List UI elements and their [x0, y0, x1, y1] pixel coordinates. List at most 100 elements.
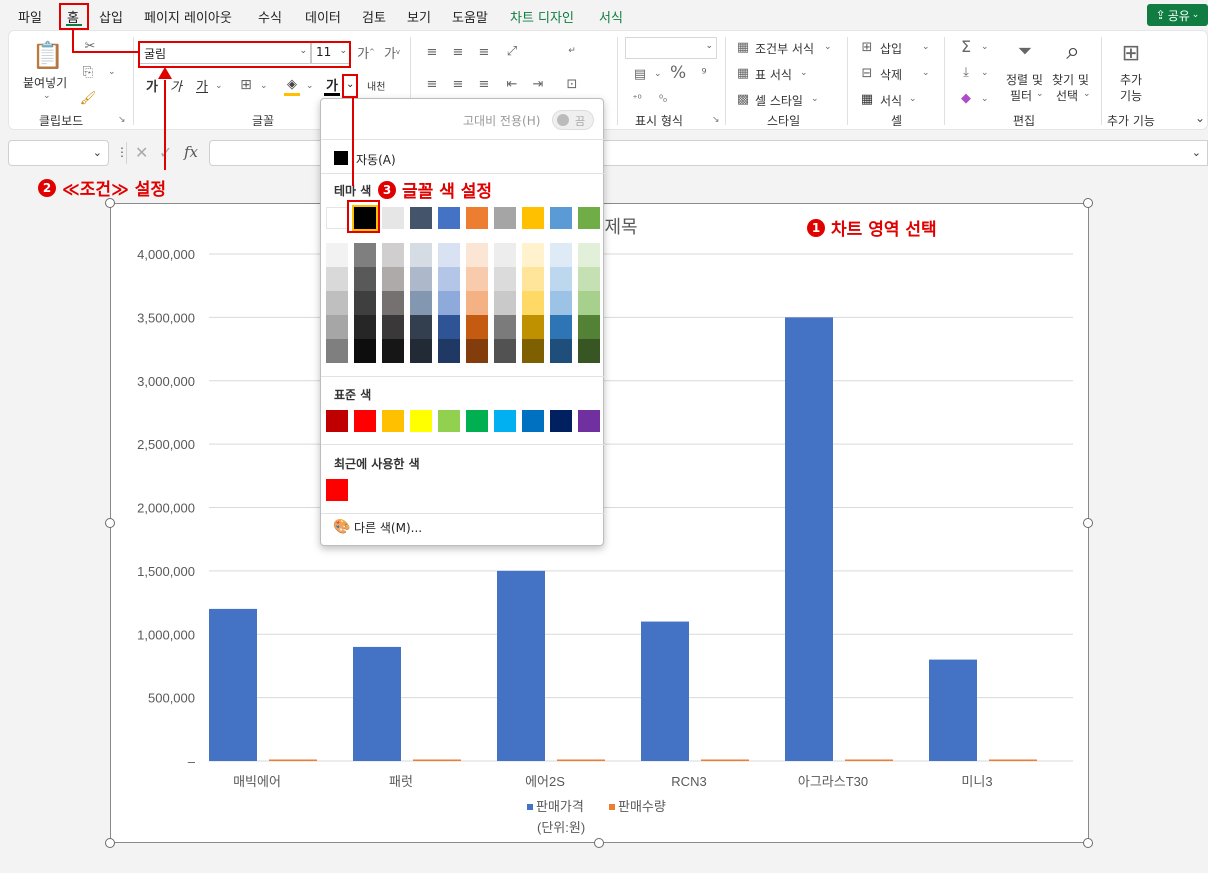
theme-shade-swatch[interactable]: [466, 243, 488, 267]
filter-label[interactable]: 필터: [1010, 87, 1032, 104]
select-label[interactable]: 선택: [1056, 87, 1078, 104]
theme-shade-swatch[interactable]: [522, 339, 544, 363]
theme-shade-swatch[interactable]: [578, 315, 600, 339]
theme-color-swatch[interactable]: [550, 207, 572, 229]
standard-color-swatch[interactable]: [382, 410, 404, 432]
tab-chart-design[interactable]: 차트 디자인: [510, 7, 574, 26]
chevron-down-icon[interactable]: ⌄: [1036, 89, 1044, 99]
name-box[interactable]: ⌄: [8, 140, 109, 166]
theme-shade-swatch[interactable]: [326, 315, 348, 339]
tab-help[interactable]: 도움말: [452, 7, 488, 26]
tab-format[interactable]: 서식: [599, 7, 623, 26]
theme-shade-swatch[interactable]: [410, 267, 432, 291]
increase-decimal-icon[interactable]: ⁺⁰: [627, 91, 647, 107]
paste-label[interactable]: 붙여넣기: [23, 74, 67, 91]
theme-shade-swatch[interactable]: [326, 267, 348, 291]
align-bottom-icon[interactable]: ≡: [475, 45, 493, 60]
insert-cells-icon[interactable]: ⊞: [859, 39, 875, 55]
cell-styles-label[interactable]: 셀 스타일: [755, 92, 803, 109]
theme-shade-swatch[interactable]: [550, 243, 572, 267]
theme-shade-swatch[interactable]: [382, 339, 404, 363]
theme-shade-swatch[interactable]: [382, 243, 404, 267]
standard-color-swatch[interactable]: [354, 410, 376, 432]
clear-icon[interactable]: ◆: [957, 89, 975, 107]
theme-shade-swatch[interactable]: [578, 291, 600, 315]
align-left-icon[interactable]: ≡: [423, 77, 441, 92]
chevron-down-icon[interactable]: ⌄: [981, 42, 989, 52]
table-format-label[interactable]: 표 서식: [755, 66, 792, 83]
find-select-icon[interactable]: ⌕: [1057, 35, 1089, 67]
comma-icon[interactable]: ⁹: [695, 65, 713, 83]
tab-page-layout[interactable]: 페이지 레이아웃: [144, 7, 232, 26]
theme-shade-swatch[interactable]: [354, 339, 376, 363]
delete-cells-label[interactable]: 삭제: [880, 66, 902, 83]
addins-label-1[interactable]: 추가: [1120, 71, 1142, 88]
decrease-indent-icon[interactable]: ⇤: [503, 77, 521, 92]
theme-shade-swatch[interactable]: [522, 291, 544, 315]
dialog-launcher-icon[interactable]: ↘: [712, 115, 720, 125]
theme-shade-swatch[interactable]: [354, 243, 376, 267]
chevron-down-icon[interactable]: ⌄: [108, 67, 116, 77]
underline-icon[interactable]: 가: [193, 76, 211, 95]
tab-formulas[interactable]: 수식: [258, 7, 282, 26]
theme-shade-swatch[interactable]: [466, 291, 488, 315]
tab-view[interactable]: 보기: [407, 7, 431, 26]
chevron-down-icon[interactable]: ⌄: [981, 94, 989, 104]
theme-shade-swatch[interactable]: [382, 267, 404, 291]
align-top-icon[interactable]: ≡: [423, 45, 441, 60]
theme-shade-swatch[interactable]: [326, 339, 348, 363]
standard-color-swatch[interactable]: [438, 410, 460, 432]
align-middle-icon[interactable]: ≡: [449, 45, 467, 60]
conditional-format-icon[interactable]: ▦: [735, 39, 751, 55]
chevron-down-icon[interactable]: ⌄: [306, 81, 314, 91]
number-format-combo[interactable]: ⌄: [625, 37, 717, 59]
paste-icon[interactable]: 📋: [31, 39, 65, 73]
theme-shade-swatch[interactable]: [578, 243, 600, 267]
find-label[interactable]: 찾기 및: [1052, 71, 1089, 88]
theme-shade-swatch[interactable]: [410, 243, 432, 267]
resize-handle-bottom-left[interactable]: [105, 838, 115, 848]
collapse-ribbon-icon[interactable]: ⌄: [1195, 111, 1205, 125]
autosum-icon[interactable]: Σ: [957, 37, 975, 56]
decrease-font-icon[interactable]: 가v: [383, 43, 401, 62]
delete-cells-icon[interactable]: ⊟: [859, 65, 875, 81]
theme-color-swatch[interactable]: [410, 207, 432, 229]
insert-function-icon[interactable]: fx: [184, 143, 198, 161]
theme-shade-swatch[interactable]: [494, 267, 516, 291]
chevron-down-icon[interactable]: ⌄: [705, 41, 713, 51]
wrap-text-icon[interactable]: ↵: [563, 43, 581, 59]
standard-color-swatch[interactable]: [326, 410, 348, 432]
table-format-icon[interactable]: ▦: [735, 65, 751, 81]
theme-shade-swatch[interactable]: [326, 243, 348, 267]
chevron-down-icon[interactable]: ⌄: [43, 91, 51, 101]
auto-color-swatch[interactable]: [334, 151, 348, 165]
format-cells-icon[interactable]: ▦: [859, 91, 875, 107]
theme-shade-swatch[interactable]: [550, 339, 572, 363]
addins-icon[interactable]: ⊞: [1117, 39, 1145, 67]
theme-shade-swatch[interactable]: [438, 267, 460, 291]
theme-shade-swatch[interactable]: [550, 315, 572, 339]
theme-shade-swatch[interactable]: [494, 291, 516, 315]
copy-icon[interactable]: ⎘: [79, 63, 97, 81]
chevron-down-icon[interactable]: ⌄: [1192, 146, 1201, 159]
align-right-icon[interactable]: ≡: [475, 77, 493, 92]
theme-shade-swatch[interactable]: [438, 243, 460, 267]
theme-shade-swatch[interactable]: [438, 339, 460, 363]
theme-shade-swatch[interactable]: [466, 315, 488, 339]
theme-shade-swatch[interactable]: [354, 315, 376, 339]
auto-color-label[interactable]: 자동(A): [356, 151, 396, 168]
standard-color-swatch[interactable]: [522, 410, 544, 432]
theme-shade-swatch[interactable]: [354, 267, 376, 291]
theme-color-swatch[interactable]: [438, 207, 460, 229]
orientation-icon[interactable]: ⤢: [503, 43, 521, 59]
theme-shade-swatch[interactable]: [410, 339, 432, 363]
increase-font-icon[interactable]: 가 ^: [357, 43, 375, 62]
tab-review[interactable]: 검토: [362, 7, 386, 26]
theme-shade-swatch[interactable]: [522, 243, 544, 267]
chevron-down-icon[interactable]: ⌄: [824, 42, 832, 52]
chevron-down-icon[interactable]: ⌄: [1083, 89, 1091, 99]
theme-color-swatch[interactable]: [382, 207, 404, 229]
theme-shade-swatch[interactable]: [522, 267, 544, 291]
theme-shade-swatch[interactable]: [578, 339, 600, 363]
recent-color-swatch[interactable]: [326, 479, 348, 501]
